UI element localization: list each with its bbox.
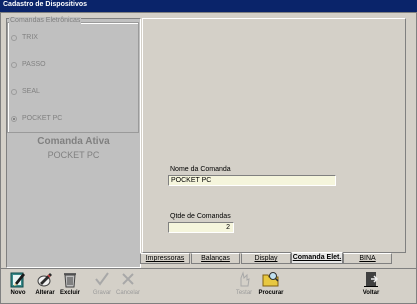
edit-pencil-icon <box>37 273 52 287</box>
tab-impressoras[interactable]: Impressoras <box>140 253 190 264</box>
voltar-label: Voltar <box>362 290 380 296</box>
qtde-label: Qtde de Comandas <box>170 213 231 220</box>
group-legend: Comandas Eletrônicas <box>9 17 82 24</box>
tab-label: Display <box>254 255 278 262</box>
voltar-button[interactable]: Voltar <box>357 270 385 302</box>
novo-button[interactable]: Novo <box>4 270 32 302</box>
procurar-button[interactable]: Procurar <box>257 270 285 302</box>
tab-comanda-elet[interactable]: Comanda Elet. <box>291 252 343 264</box>
radio-selected-icon <box>11 115 17 122</box>
nome-label: Nome da Comanda <box>170 166 231 173</box>
radio-label: SEAL <box>22 88 40 95</box>
tab-bina[interactable]: BINA <box>343 253 392 264</box>
radio-seal[interactable]: SEAL <box>11 88 40 95</box>
tab-display[interactable]: Display <box>241 253 291 264</box>
gravar-button[interactable]: Gravar <box>88 270 116 302</box>
toolbar-divider <box>1 268 416 269</box>
active-device-value: POCKET PC <box>47 150 100 160</box>
nome-input[interactable]: POCKET PC <box>168 175 336 186</box>
radio-label: PASSO <box>22 61 46 68</box>
gravar-label: Gravar <box>92 290 112 296</box>
radio-pocket-pc[interactable]: POCKET PC <box>11 115 62 122</box>
active-device-title: Comanda Ativa <box>37 136 110 147</box>
qtde-input[interactable]: 2 <box>168 222 234 233</box>
test-hand-icon <box>240 271 250 287</box>
radio-circle-icon <box>11 34 17 41</box>
tab-label: BINA <box>359 255 376 262</box>
title-bar: Cadastro de Dispositivos <box>0 0 417 12</box>
procurar-label: Procurar <box>258 290 284 296</box>
excluir-label: Excluir <box>59 290 80 296</box>
alterar-label: Alterar <box>35 290 55 296</box>
exit-door-icon <box>364 272 379 287</box>
tab-label: Comanda Elet. <box>292 254 342 261</box>
folder-search-icon <box>262 272 279 287</box>
novo-label: Novo <box>10 290 26 296</box>
radio-circle-icon <box>11 61 17 68</box>
radio-passo[interactable]: PASSO <box>11 61 46 68</box>
radio-label: POCKET PC <box>22 115 63 122</box>
new-document-icon <box>10 272 25 288</box>
cancel-x-icon <box>122 273 134 285</box>
testar-label: Testar <box>235 290 253 296</box>
radio-label: TRIX <box>22 34 38 41</box>
trash-bin-icon <box>64 273 76 288</box>
cancelar-label: Cancelar <box>115 290 140 296</box>
radio-trix[interactable]: TRIX <box>11 34 38 41</box>
window-title: Cadastro de Dispositivos <box>3 1 88 8</box>
checkmark-icon <box>95 272 109 286</box>
excluir-button[interactable]: Excluir <box>56 270 84 302</box>
testar-button[interactable]: Testar <box>230 270 258 302</box>
tab-balancas[interactable]: Balanças <box>191 253 240 264</box>
cancelar-button[interactable]: Cancelar <box>114 270 142 302</box>
alterar-button[interactable]: Alterar <box>31 270 59 302</box>
radio-circle-icon <box>11 88 17 95</box>
tab-label: Balanças <box>201 255 230 262</box>
tab-label: Impressoras <box>145 255 185 262</box>
